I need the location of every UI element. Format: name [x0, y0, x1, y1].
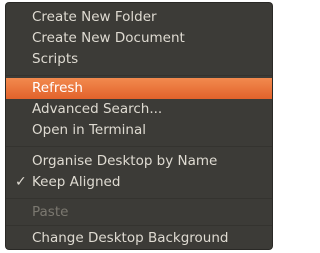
- menu-item-create-new-document[interactable]: Create New Document: [6, 28, 272, 49]
- menu-item-label: Keep Aligned: [32, 174, 121, 190]
- menu-item-create-new-folder[interactable]: Create New Folder: [6, 7, 272, 28]
- menu-item-label: Paste: [32, 204, 69, 220]
- menu-separator: [6, 225, 272, 226]
- menu-item-open-in-terminal[interactable]: Open in Terminal: [6, 120, 272, 141]
- menu-item-organise-desktop-by-name[interactable]: Organise Desktop by Name: [6, 151, 272, 172]
- menu-item-refresh[interactable]: Refresh: [6, 78, 272, 99]
- menu-item-paste: Paste: [6, 202, 272, 223]
- menu-item-label: Scripts: [32, 51, 79, 67]
- menu-item-label: Refresh: [32, 80, 83, 96]
- menu-item-change-desktop-background[interactable]: Change Desktop Background: [6, 228, 272, 249]
- menu-item-label: Open in Terminal: [32, 122, 146, 138]
- menu-separator: [6, 198, 272, 199]
- menu-item-label: Organise Desktop by Name: [32, 153, 218, 169]
- menu-item-label: Create New Folder: [32, 9, 157, 25]
- menu-item-keep-aligned[interactable]: ✓ Keep Aligned: [6, 172, 272, 193]
- desktop-context-menu: Create New Folder Create New Document Sc…: [6, 3, 272, 249]
- menu-item-scripts[interactable]: Scripts: [6, 49, 272, 70]
- menu-item-label: Advanced Search...: [32, 101, 163, 117]
- menu-item-label: Change Desktop Background: [32, 230, 229, 246]
- checkmark-icon: ✓: [15, 174, 27, 190]
- menu-item-label: Create New Document: [32, 30, 185, 46]
- menu-separator: [6, 146, 272, 147]
- menu-item-advanced-search[interactable]: Advanced Search...: [6, 99, 272, 120]
- menu-separator: [6, 75, 272, 76]
